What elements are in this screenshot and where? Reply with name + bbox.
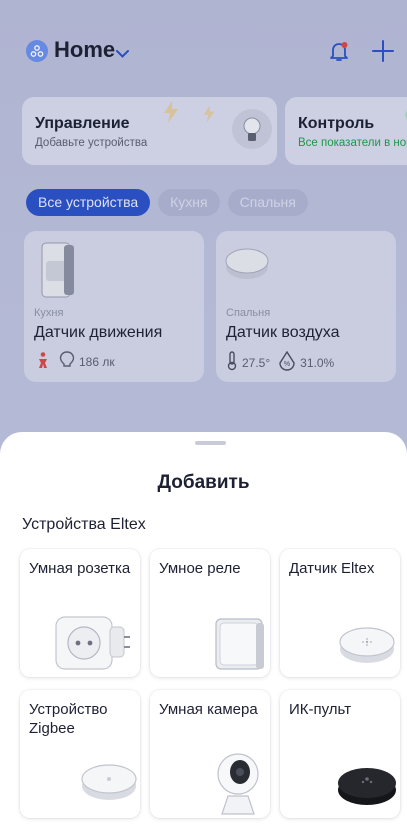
smart-relay-image xyxy=(210,615,266,677)
add-device-sheet: Добавить Устройства Eltex Умная розетка … xyxy=(0,432,407,829)
tile-smart-camera[interactable]: Умная камера xyxy=(150,690,270,818)
tile-zigbee-device[interactable]: Устройство Zigbee xyxy=(20,690,140,818)
sheet-title: Добавить xyxy=(157,472,250,493)
tile-eltex-sensor[interactable]: Датчик Eltex xyxy=(280,549,400,677)
tile-smart-socket[interactable]: Умная розетка xyxy=(20,549,140,677)
tile-label: Умная розетка xyxy=(29,560,131,577)
tile-label: ИК-пульт xyxy=(289,701,352,718)
tile-label: Умное реле xyxy=(159,560,241,577)
smart-socket-image xyxy=(52,613,132,677)
tile-label: Устройство Zigbee xyxy=(29,701,108,737)
eltex-sensor-image xyxy=(338,621,396,672)
tile-smart-relay[interactable]: Умное реле xyxy=(150,549,270,677)
ir-remote-image xyxy=(336,762,398,813)
sheet-drag-handle[interactable] xyxy=(195,441,226,445)
zigbee-device-image xyxy=(80,758,138,809)
section-title: Устройства Eltex xyxy=(22,516,146,533)
tile-label: Датчик Eltex xyxy=(289,560,375,577)
smart-camera-image xyxy=(216,748,260,818)
tile-ir-remote[interactable]: ИК-пульт xyxy=(280,690,400,818)
tile-label: Умная камера xyxy=(159,701,258,718)
